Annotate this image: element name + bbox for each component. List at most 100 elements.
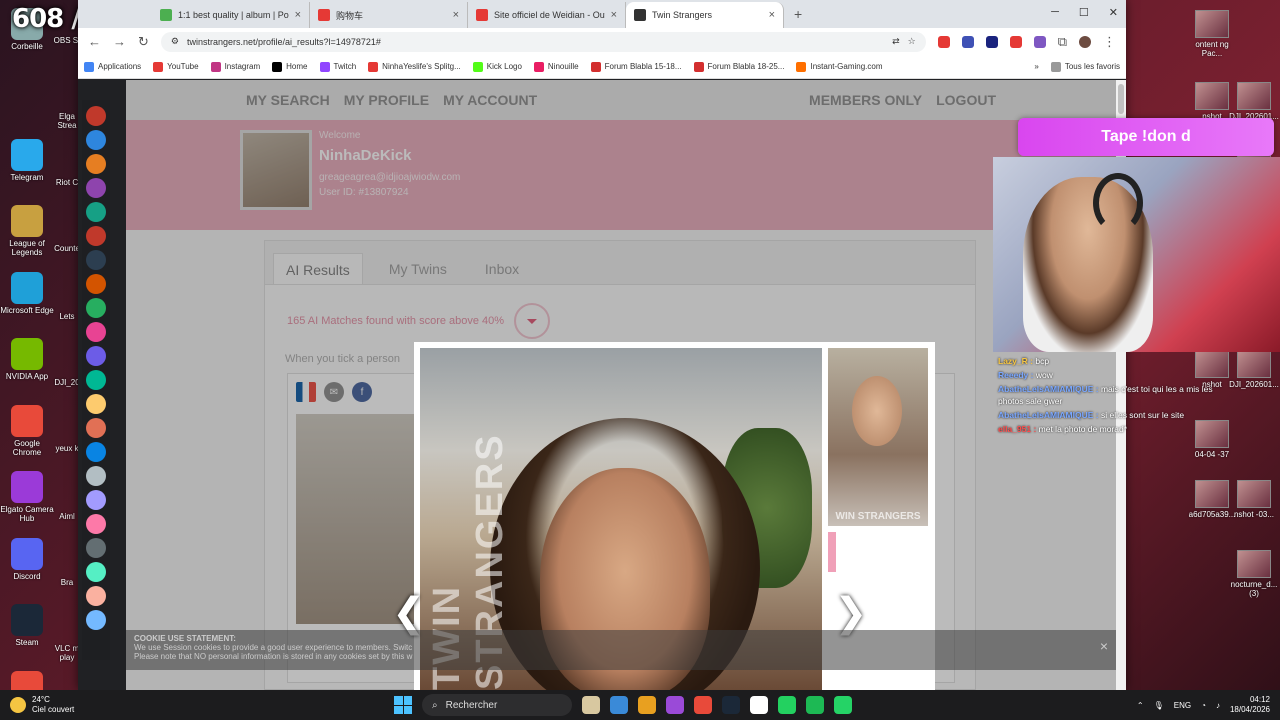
server-icon[interactable] bbox=[86, 466, 106, 486]
server-icon[interactable] bbox=[86, 490, 106, 510]
desktop-icon[interactable]: DJI_202601... bbox=[1229, 350, 1279, 389]
tab-close-icon[interactable]: × bbox=[453, 9, 459, 21]
taskbar-app-icon[interactable] bbox=[722, 696, 740, 714]
server-icon[interactable] bbox=[86, 346, 106, 366]
desktop-icon[interactable]: Microsoft Edge bbox=[0, 271, 54, 315]
bookmarks-overflow-icon[interactable]: » bbox=[1034, 62, 1038, 71]
clock[interactable]: 04:12 18/04/2026 bbox=[1230, 695, 1270, 715]
extension-icon[interactable] bbox=[937, 35, 950, 48]
bookmark-item[interactable]: Instagram bbox=[210, 61, 260, 72]
back-icon[interactable]: ← bbox=[88, 34, 101, 49]
reload-icon[interactable]: ↻ bbox=[138, 34, 149, 50]
desktop-icon[interactable]: Telegram bbox=[0, 138, 54, 182]
lightbox-close-icon[interactable]: × bbox=[923, 338, 939, 354]
volume-icon[interactable]: ♪ bbox=[1216, 701, 1220, 710]
server-icon[interactable] bbox=[86, 178, 106, 198]
desktop-icon[interactable]: League of Legends bbox=[0, 205, 54, 257]
desktop-icon[interactable]: NVIDIA App bbox=[0, 338, 54, 381]
taskbar-app-icon[interactable] bbox=[806, 696, 824, 714]
tab-close-icon[interactable]: × bbox=[611, 9, 617, 21]
server-icon[interactable] bbox=[86, 442, 106, 462]
desktop-icon[interactable]: Google Chrome bbox=[0, 404, 54, 457]
profile-avatar[interactable] bbox=[1079, 35, 1091, 48]
desktop-icon[interactable]: DJI_202601... bbox=[1229, 82, 1279, 121]
desktop-icon[interactable]: Steam bbox=[0, 604, 54, 647]
extension-icon[interactable] bbox=[985, 35, 998, 48]
extension-icon[interactable] bbox=[1009, 35, 1022, 48]
file-thumbnail bbox=[1237, 350, 1271, 378]
extensions-puzzle-icon[interactable]: ⧉ bbox=[1058, 34, 1067, 50]
taskbar-search[interactable]: ⌕ Rechercher bbox=[422, 694, 572, 716]
minimize-icon[interactable]: ─ bbox=[1051, 6, 1059, 19]
server-icon[interactable] bbox=[86, 106, 106, 126]
language-indicator[interactable]: ENG bbox=[1174, 701, 1191, 710]
bookmark-item[interactable]: Home bbox=[272, 61, 308, 72]
mic-icon[interactable]: 🎙 bbox=[1154, 701, 1164, 710]
server-icon[interactable] bbox=[86, 322, 106, 342]
bookmark-item[interactable]: YouTube bbox=[153, 61, 199, 72]
taskbar-app-icon[interactable] bbox=[834, 696, 852, 714]
site-info-icon[interactable]: ⚙ bbox=[171, 36, 179, 47]
taskbar-app-icon[interactable] bbox=[582, 696, 600, 714]
server-icon[interactable] bbox=[86, 250, 106, 270]
tray-chevron-icon[interactable]: ⌃ bbox=[1137, 701, 1144, 710]
start-icon[interactable] bbox=[394, 696, 412, 714]
server-icon[interactable] bbox=[86, 514, 106, 534]
address-bar[interactable]: ⚙ twinstrangers.net/profile/ai_results?l… bbox=[160, 31, 926, 52]
taskbar-app-icon[interactable] bbox=[750, 696, 768, 714]
desktop-icon[interactable]: Elgato Camera Hub bbox=[0, 471, 54, 523]
server-icon[interactable] bbox=[86, 586, 106, 606]
browser-tab[interactable]: Twin Strangers × bbox=[626, 2, 784, 28]
browser-tab[interactable]: Site officiel de Weidian - Ouvrir × bbox=[468, 2, 626, 28]
extension-icon[interactable] bbox=[961, 35, 974, 48]
tab-close-icon[interactable]: × bbox=[769, 9, 775, 21]
taskbar-app-icon[interactable] bbox=[666, 696, 684, 714]
wifi-icon[interactable]: ◔ bbox=[1201, 701, 1206, 710]
bookmark-star-icon[interactable]: ☆ bbox=[908, 36, 916, 47]
bookmark-item[interactable]: Forum Blabla 18-25... bbox=[693, 61, 784, 72]
forward-icon[interactable]: → bbox=[113, 34, 126, 49]
browser-tab[interactable]: 1:1 best quality | album | Poshm × bbox=[152, 2, 310, 28]
taskbar-app-icon[interactable] bbox=[694, 696, 712, 714]
server-icon[interactable] bbox=[86, 370, 106, 390]
translate-icon[interactable]: ⇄ bbox=[892, 36, 900, 47]
server-icon[interactable] bbox=[86, 130, 106, 150]
bookmark-item[interactable]: NinhaYeslife's Splitg... bbox=[368, 61, 461, 72]
close-window-icon[interactable]: ✕ bbox=[1109, 6, 1118, 19]
desktop-icon[interactable]: ontent ng Pac... bbox=[1190, 10, 1234, 58]
browser-tab[interactable]: 购物车 × bbox=[310, 2, 468, 28]
desktop-icon[interactable]: nshot -03... bbox=[1232, 480, 1276, 519]
desktop-icon[interactable]: nocturne_d... (3) bbox=[1231, 550, 1277, 598]
maximize-icon[interactable]: ☐ bbox=[1079, 6, 1089, 19]
server-icon[interactable] bbox=[86, 154, 106, 174]
desktop-icon[interactable]: Discord bbox=[0, 537, 54, 581]
bookmark-item[interactable]: Instant-Gaming.com bbox=[796, 61, 883, 72]
lightbox-thumbnail[interactable]: WIN STRANGERS bbox=[828, 348, 928, 526]
bookmark-item[interactable]: Forum Blabla 15-18... bbox=[590, 61, 682, 72]
new-tab-button[interactable]: + bbox=[784, 6, 812, 28]
menu-icon[interactable]: ⋮ bbox=[1103, 34, 1116, 50]
server-icon[interactable] bbox=[86, 538, 106, 558]
weather-widget[interactable]: 24°C Ciel couvert bbox=[0, 695, 74, 715]
all-bookmarks[interactable]: Tous les favoris bbox=[1050, 61, 1120, 72]
bookmark-item[interactable]: Applications bbox=[84, 61, 141, 72]
bookmark-item[interactable]: Ninouille bbox=[533, 61, 579, 72]
desktop-icon[interactable]: nshot bbox=[1190, 82, 1234, 121]
server-icon[interactable] bbox=[86, 394, 106, 414]
server-icon[interactable] bbox=[86, 298, 106, 318]
server-icon[interactable] bbox=[86, 226, 106, 246]
cookie-close-icon[interactable]: × bbox=[1100, 638, 1108, 654]
server-icon[interactable] bbox=[86, 274, 106, 294]
desktop-icon[interactable]: a6d705a39... bbox=[1189, 480, 1235, 519]
bookmark-item[interactable]: Kick Logo bbox=[472, 61, 522, 72]
server-icon[interactable] bbox=[86, 202, 106, 222]
server-icon[interactable] bbox=[86, 610, 106, 630]
tab-close-icon[interactable]: × bbox=[295, 9, 301, 21]
taskbar-app-icon[interactable] bbox=[778, 696, 796, 714]
server-icon[interactable] bbox=[86, 418, 106, 438]
bookmark-item[interactable]: Twitch bbox=[319, 61, 356, 72]
taskbar-app-icon[interactable] bbox=[638, 696, 656, 714]
extension-icon[interactable] bbox=[1033, 35, 1046, 48]
server-icon[interactable] bbox=[86, 562, 106, 582]
taskbar-app-icon[interactable] bbox=[610, 696, 628, 714]
